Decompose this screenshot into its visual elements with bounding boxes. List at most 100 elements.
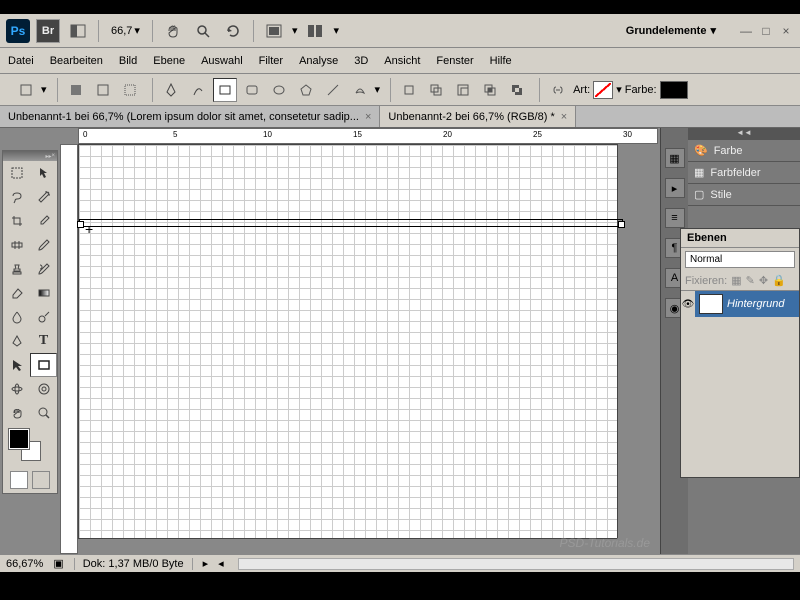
photoshop-icon[interactable]: Ps [6,19,30,43]
lock-position-icon[interactable]: ✥ [759,274,768,287]
color-swatch[interactable] [660,81,688,99]
document-tab-1[interactable]: Unbenannt-1 bei 66,7% (Lorem ipsum dolor… [0,106,380,127]
menu-3d[interactable]: 3D [354,55,368,67]
lock-all-icon[interactable]: 🔒 [772,274,786,287]
menu-ansicht[interactable]: Ansicht [384,55,420,67]
panel-icon[interactable]: ▦ [665,148,685,168]
info-menu-icon[interactable]: ▸ [203,557,209,570]
zoom-level-dropdown[interactable]: 66,7 ▾ [107,22,144,39]
freeform-pen-icon[interactable] [186,78,210,102]
crop-tool[interactable] [3,209,30,233]
panel-close-icon[interactable]: × [51,153,55,159]
path-subtract-icon[interactable] [451,78,475,102]
shape-tool[interactable] [30,353,57,377]
wand-tool[interactable] [30,185,57,209]
shape-path-outline[interactable] [79,219,623,227]
pen-tool[interactable] [3,329,30,353]
workspace-switcher[interactable]: Grundelemente ▾ [618,20,724,41]
menu-ebene[interactable]: Ebene [153,55,185,67]
blur-tool[interactable] [3,305,30,329]
gradient-tool[interactable] [30,281,57,305]
close-icon[interactable]: × [778,24,794,38]
layer-item[interactable]: Hintergrund [695,291,799,317]
history-brush-tool[interactable] [30,257,57,281]
rectangle-shape-icon[interactable] [213,78,237,102]
dodge-tool[interactable] [30,305,57,329]
standard-mode-icon[interactable] [10,471,28,489]
minimize-icon[interactable]: — [738,24,754,38]
stamp-tool[interactable] [3,257,30,281]
lock-transparent-icon[interactable]: ▦ [731,274,741,287]
screen-mode-dropdown[interactable] [262,19,286,43]
vertical-ruler[interactable] [60,144,78,554]
rotate-view-shortcut[interactable] [221,19,245,43]
ellipse-shape-icon[interactable] [267,78,291,102]
panel-farbfelder[interactable]: ▦Farbfelder [688,162,800,184]
color-picker[interactable] [7,429,53,463]
close-tab-icon[interactable]: × [561,111,567,123]
quickmask-mode-icon[interactable] [32,471,50,489]
3d-camera-tool[interactable] [30,377,57,401]
bridge-icon[interactable]: Br [36,19,60,43]
path-exclude-icon[interactable] [505,78,529,102]
current-tool-preset[interactable] [14,78,38,102]
type-tool[interactable]: T [30,329,57,353]
doc-info[interactable]: Dok: 1,37 MB/0 Byte [74,558,193,570]
menu-auswahl[interactable]: Auswahl [201,55,243,67]
zoom-tool[interactable] [30,401,57,425]
horizontal-scrollbar[interactable] [238,558,794,570]
panel-farbe[interactable]: 🎨Farbe [688,140,800,162]
menu-fenster[interactable]: Fenster [436,55,473,67]
horizontal-ruler[interactable]: 0 5 10 15 20 25 30 [78,128,658,144]
path-select-tool[interactable] [3,353,30,377]
status-zoom[interactable]: 66,67% [6,558,43,570]
brush-tool[interactable] [30,233,57,257]
panel-icon[interactable]: ▸ [665,178,685,198]
link-icon[interactable] [546,78,570,102]
panel-stile[interactable]: ▢Stile [688,184,800,206]
paths-mode[interactable] [91,78,115,102]
menu-hilfe[interactable]: Hilfe [490,55,512,67]
status-icon[interactable]: ▣ [53,557,63,570]
visibility-toggle[interactable]: 👁 [681,297,695,311]
move-tool[interactable] [30,161,57,185]
menu-bearbeiten[interactable]: Bearbeiten [50,55,103,67]
path-intersect-icon[interactable] [478,78,502,102]
rounded-rect-shape-icon[interactable] [240,78,264,102]
menu-datei[interactable]: Datei [8,55,34,67]
fill-pixels-mode[interactable] [118,78,142,102]
custom-shape-icon[interactable] [348,78,372,102]
eraser-tool[interactable] [3,281,30,305]
canvas[interactable]: + [78,144,618,539]
arrange-docs-dropdown[interactable] [303,19,327,43]
polygon-shape-icon[interactable] [294,78,318,102]
pen-tool-icon[interactable] [159,78,183,102]
maximize-icon[interactable]: □ [758,24,774,38]
shape-layers-mode[interactable] [64,78,88,102]
path-add-icon[interactable] [424,78,448,102]
layer-thumbnail[interactable] [699,294,723,314]
menu-analyse[interactable]: Analyse [299,55,338,67]
layout-dropdown[interactable] [66,19,90,43]
lock-pixels-icon[interactable]: ✎ [746,274,755,287]
document-tab-2[interactable]: Unbenannt-2 bei 66,7% (RGB/8) *× [380,106,576,127]
menu-bild[interactable]: Bild [119,55,137,67]
hand-tool-shortcut[interactable] [161,19,185,43]
marquee-tool[interactable] [3,161,30,185]
menu-filter[interactable]: Filter [259,55,283,67]
layers-tab[interactable]: Ebenen [681,229,799,248]
panel-icon[interactable]: ≡ [665,208,685,228]
lock-label: Fixieren: [685,275,727,287]
foreground-color[interactable] [9,429,29,449]
hand-tool[interactable] [3,401,30,425]
heal-tool[interactable] [3,233,30,257]
3d-rotate-tool[interactable] [3,377,30,401]
path-new-icon[interactable] [397,78,421,102]
blend-mode-dropdown[interactable] [685,251,795,268]
line-shape-icon[interactable] [321,78,345,102]
eyedropper-tool[interactable] [30,209,57,233]
close-tab-icon[interactable]: × [365,111,371,123]
style-swatch[interactable] [593,81,613,99]
zoom-tool-shortcut[interactable] [191,19,215,43]
lasso-tool[interactable] [3,185,30,209]
